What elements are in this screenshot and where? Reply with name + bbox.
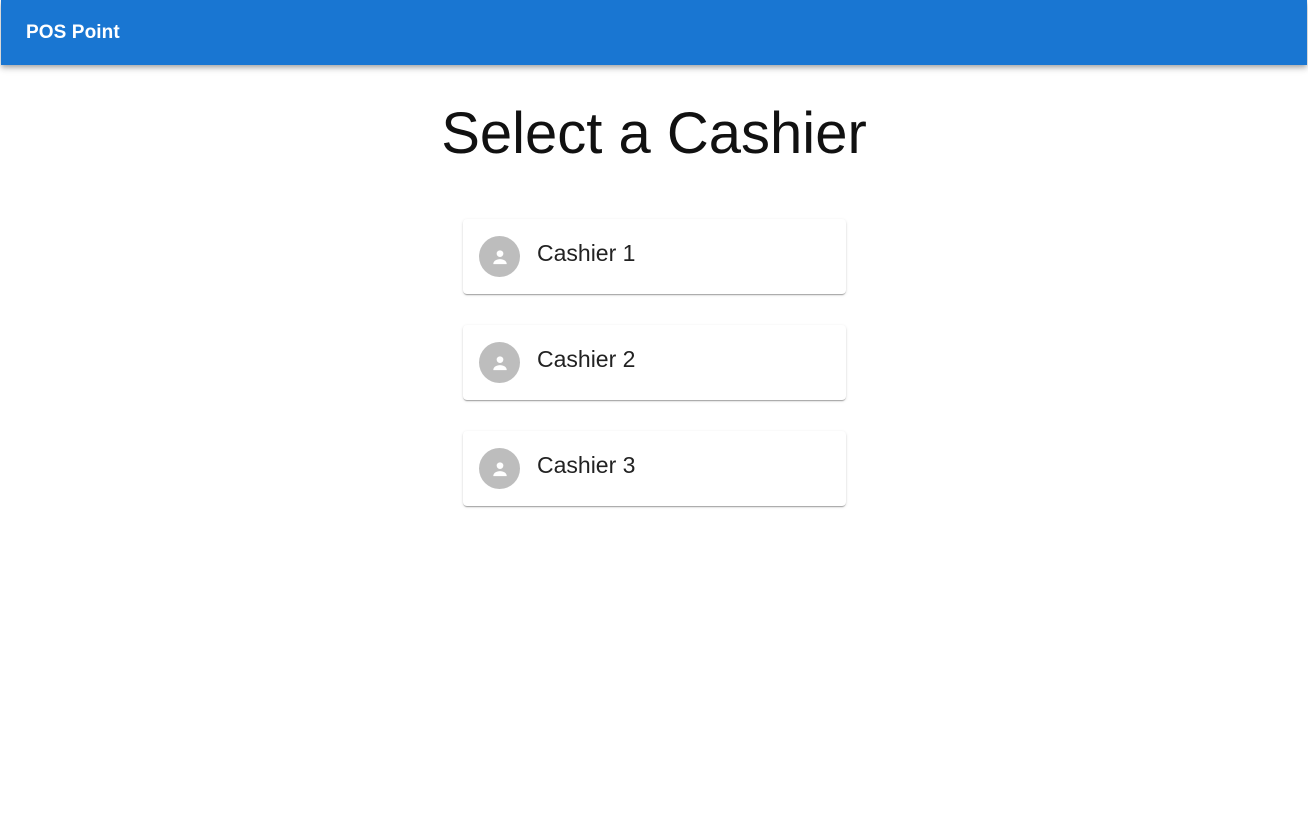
avatar xyxy=(479,448,520,489)
cashier-name: Cashier 1 xyxy=(537,240,636,266)
cashier-card-3[interactable]: Cashier 3 xyxy=(463,431,846,506)
cashier-name: Cashier 3 xyxy=(537,452,636,478)
cashier-list: Cashier 1 Cashier 2 Cashier 3 xyxy=(463,219,846,537)
person-icon xyxy=(492,355,507,370)
app-title: POS Point xyxy=(26,21,120,43)
page-title: Select a Cashier xyxy=(441,101,867,166)
person-icon xyxy=(492,461,507,476)
cashier-card-2[interactable]: Cashier 2 xyxy=(463,325,846,400)
avatar xyxy=(479,236,520,277)
avatar xyxy=(479,342,520,383)
cashier-name: Cashier 2 xyxy=(537,346,636,372)
person-icon xyxy=(492,249,507,264)
app-bar: POS Point xyxy=(1,0,1307,65)
cashier-card-1[interactable]: Cashier 1 xyxy=(463,219,846,294)
